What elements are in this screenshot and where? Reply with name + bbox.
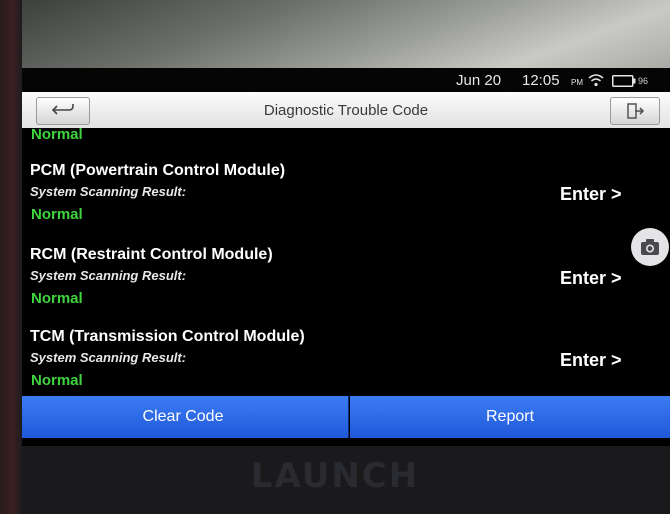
list-item: PCM (Powertrain Control Module) System S… xyxy=(22,162,670,244)
module-result-label: System Scanning Result: xyxy=(30,350,187,365)
enter-button[interactable]: Enter > xyxy=(560,268,622,289)
module-status: Normal xyxy=(31,128,83,143)
list-item: RCM (Restraint Control Module) System Sc… xyxy=(22,246,670,328)
camera-icon xyxy=(641,239,659,255)
status-date: Jun 20 xyxy=(456,72,502,89)
module-result-label: System Scanning Result: xyxy=(30,184,187,199)
module-name: RCM (Restraint Control Module) xyxy=(30,246,273,263)
list-item: TCM (Transmission Control Module) System… xyxy=(22,328,670,396)
module-name: PCM (Powertrain Control Module) xyxy=(30,162,286,179)
clear-code-button[interactable]: Clear Code xyxy=(22,396,349,438)
brand-logo: LAUNCH xyxy=(250,456,420,496)
exit-icon xyxy=(627,103,645,119)
page-title: Diagnostic Trouble Code xyxy=(263,102,429,119)
module-status: Normal xyxy=(31,206,83,223)
report-button[interactable]: Report xyxy=(350,396,670,438)
screenshot-button[interactable] xyxy=(631,228,669,266)
battery-percent: 96 xyxy=(638,76,649,86)
module-name: TCM (Transmission Control Module) xyxy=(30,328,305,345)
enter-button[interactable]: Enter > xyxy=(560,184,622,205)
status-time: 12:05 xyxy=(522,72,560,89)
enter-button[interactable]: Enter > xyxy=(560,350,622,371)
title-bar: Diagnostic Trouble Code xyxy=(22,92,670,128)
device-screen: Jun 20 12:05 PM 96 Diagnostic Trouble Co… xyxy=(22,68,670,446)
status-bar: Jun 20 12:05 PM 96 xyxy=(22,68,670,92)
battery-icon xyxy=(612,74,636,87)
module-status: Normal xyxy=(31,290,83,307)
module-result-label: System Scanning Result: xyxy=(30,268,187,283)
wifi-icon xyxy=(588,73,604,87)
module-status: Normal xyxy=(31,372,83,389)
device-bezel-top xyxy=(0,0,670,70)
bottom-action-bar: Clear Code Report xyxy=(22,396,670,440)
exit-button[interactable] xyxy=(610,97,660,125)
module-list: Normal PCM (Powertrain Control Module) S… xyxy=(22,128,670,396)
status-ampm: PM xyxy=(571,78,583,87)
device-bezel-left xyxy=(0,0,22,514)
